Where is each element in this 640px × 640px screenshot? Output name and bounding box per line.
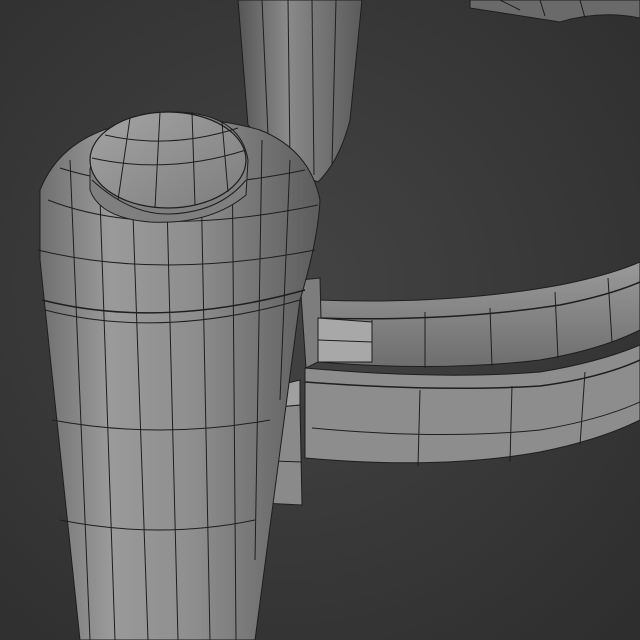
3d-viewport[interactable]: [0, 0, 640, 640]
cylinder-cap[interactable]: [89, 111, 249, 223]
viewport-canvas[interactable]: [0, 0, 640, 640]
